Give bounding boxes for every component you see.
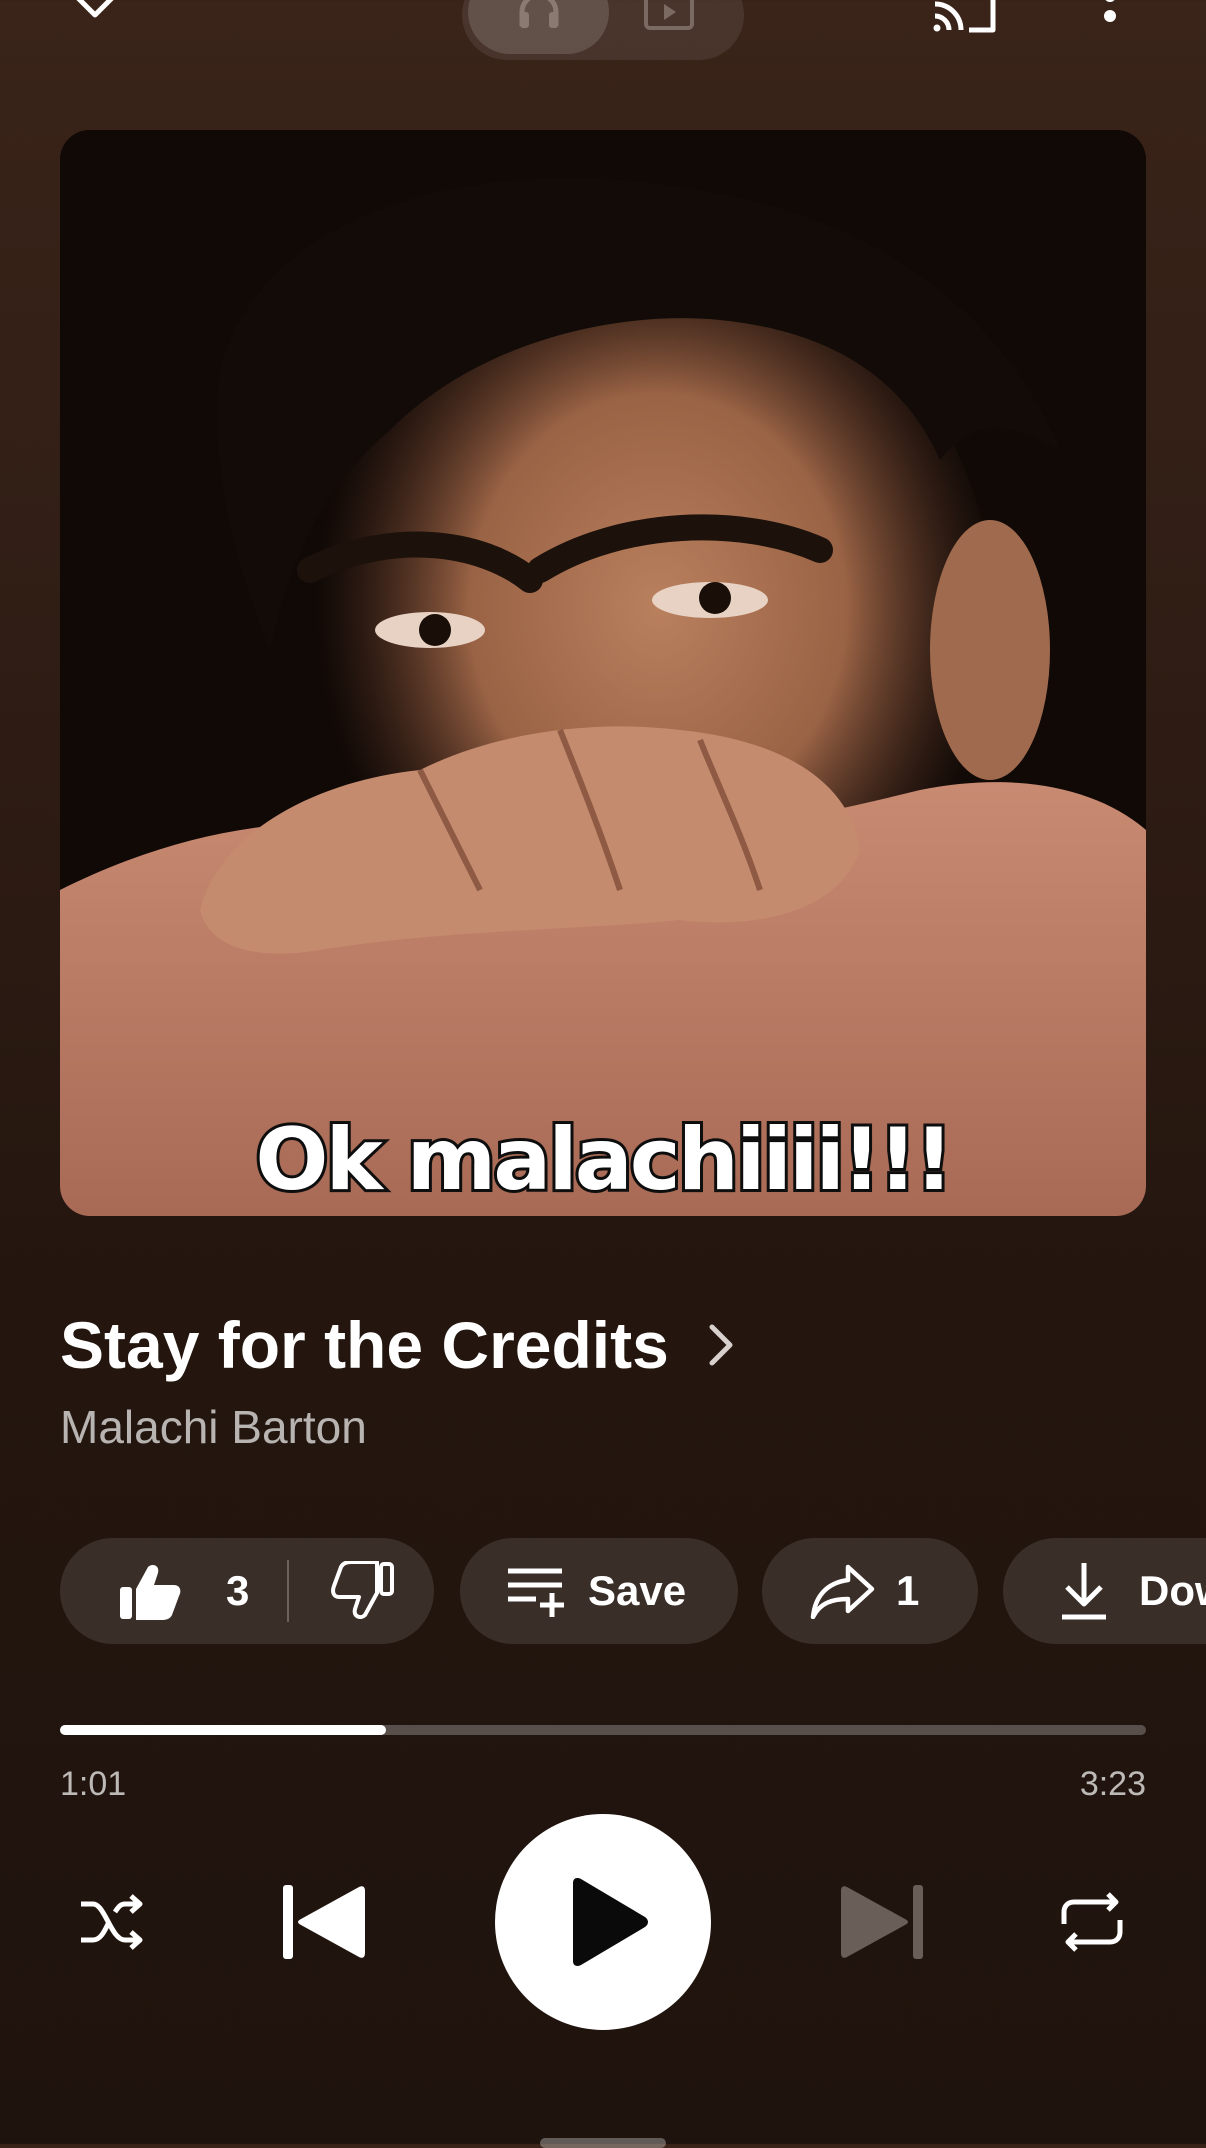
cast-icon (931, 0, 1001, 41)
thumbs-down-icon (331, 1561, 395, 1619)
video-mode-button[interactable] (598, 0, 739, 54)
action-chips: 3 Save 1 Download (60, 1538, 1206, 1644)
track-title-row[interactable]: Stay for the Credits (60, 1305, 741, 1385)
like-button[interactable] (118, 1561, 182, 1621)
share-icon (810, 1563, 876, 1619)
home-indicator[interactable] (540, 2138, 666, 2148)
more-vertical-icon (1103, 0, 1117, 43)
thumbs-up-icon (120, 1565, 181, 1620)
like-dislike-chip: 3 (60, 1538, 434, 1644)
audio-mode-button[interactable] (468, 0, 609, 54)
playlist-add-icon (506, 1563, 566, 1619)
previous-button[interactable] (276, 1876, 368, 1968)
more-options-button[interactable] (1090, 0, 1130, 40)
share-count: 1 (896, 1567, 920, 1614)
skip-next-icon (841, 1885, 923, 1959)
like-count: 3 (226, 1567, 250, 1614)
track-title[interactable]: Stay for the Credits (60, 1307, 669, 1383)
share-button[interactable]: 1 (762, 1538, 978, 1644)
download-label: Download (1139, 1567, 1206, 1614)
play-icon (573, 1878, 648, 1966)
chevron-right-icon[interactable] (701, 1320, 741, 1370)
next-button[interactable] (838, 1876, 930, 1968)
download-icon (1059, 1561, 1109, 1621)
chip-divider (287, 1560, 290, 1622)
video-icon (643, 0, 695, 35)
artwork-illustration (60, 130, 1146, 1216)
chevron-down-icon (71, 0, 119, 26)
save-button[interactable]: Save (460, 1538, 738, 1644)
cast-button[interactable] (928, 0, 1004, 40)
artwork-caption: Ok malachiiii!!! (252, 1107, 956, 1213)
shuffle-button[interactable] (72, 1882, 152, 1962)
collapse-button[interactable] (60, 0, 130, 38)
seek-bar-progress (60, 1725, 386, 1735)
top-bar (0, 0, 1206, 70)
shuffle-icon (81, 1894, 143, 1950)
repeat-button[interactable] (1052, 1882, 1132, 1962)
album-artwork: Ok malachiiii!!! (60, 130, 1146, 1216)
download-button[interactable]: Download (1003, 1538, 1206, 1644)
dislike-button[interactable] (331, 1561, 395, 1621)
audio-video-toggle (462, 0, 744, 60)
elapsed-time: 1:01 (60, 1765, 127, 1803)
play-button[interactable] (495, 1814, 711, 2030)
artist-name[interactable]: Malachi Barton (60, 1400, 367, 1454)
seek-bar[interactable] (60, 1725, 1146, 1735)
save-label: Save (588, 1567, 687, 1614)
total-duration: 3:23 (1079, 1765, 1146, 1803)
repeat-icon (1061, 1892, 1123, 1952)
skip-previous-icon (283, 1885, 365, 1959)
headphones-icon (514, 0, 564, 35)
